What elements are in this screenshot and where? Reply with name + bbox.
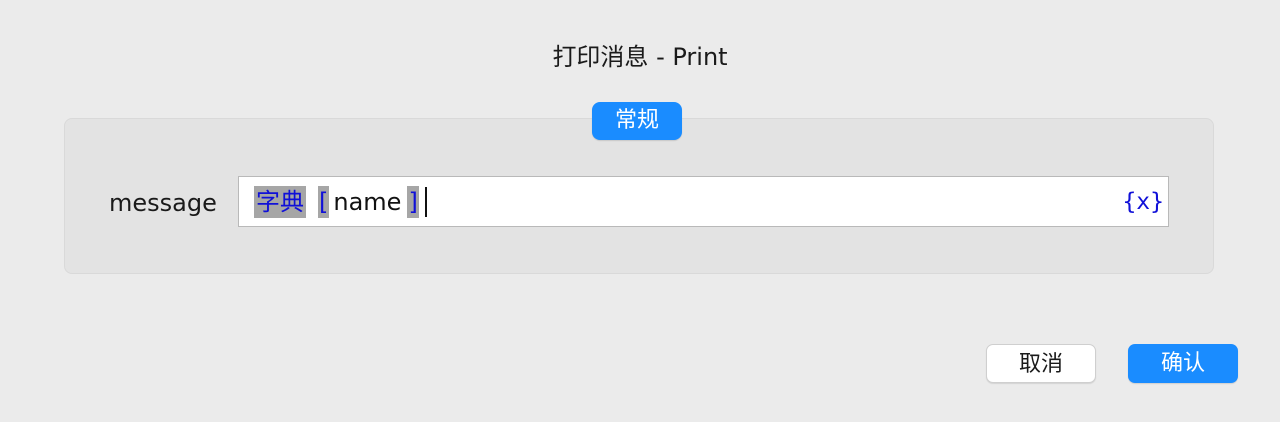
dictionary-token[interactable]: 字典 bbox=[254, 186, 306, 218]
print-message-dialog: 打印消息 - Print 常规 message 字典 [ name ] {x} … bbox=[0, 0, 1280, 422]
key-name-token[interactable]: name bbox=[329, 186, 407, 218]
message-expression-input[interactable]: 字典 [ name ] {x} bbox=[238, 176, 1169, 227]
tab-general[interactable]: 常规 bbox=[592, 102, 682, 140]
close-bracket-token[interactable]: ] bbox=[407, 186, 419, 218]
confirm-button[interactable]: 确认 bbox=[1128, 344, 1238, 383]
insert-variable-icon[interactable]: {x} bbox=[1122, 186, 1164, 218]
dialog-title: 打印消息 - Print bbox=[552, 43, 728, 71]
open-bracket-token[interactable]: [ bbox=[318, 186, 330, 218]
expression-tokens: 字典 [ name ] bbox=[254, 186, 427, 218]
message-field-label: message bbox=[109, 189, 217, 217]
text-caret bbox=[424, 187, 427, 217]
cancel-button[interactable]: 取消 bbox=[986, 344, 1096, 383]
